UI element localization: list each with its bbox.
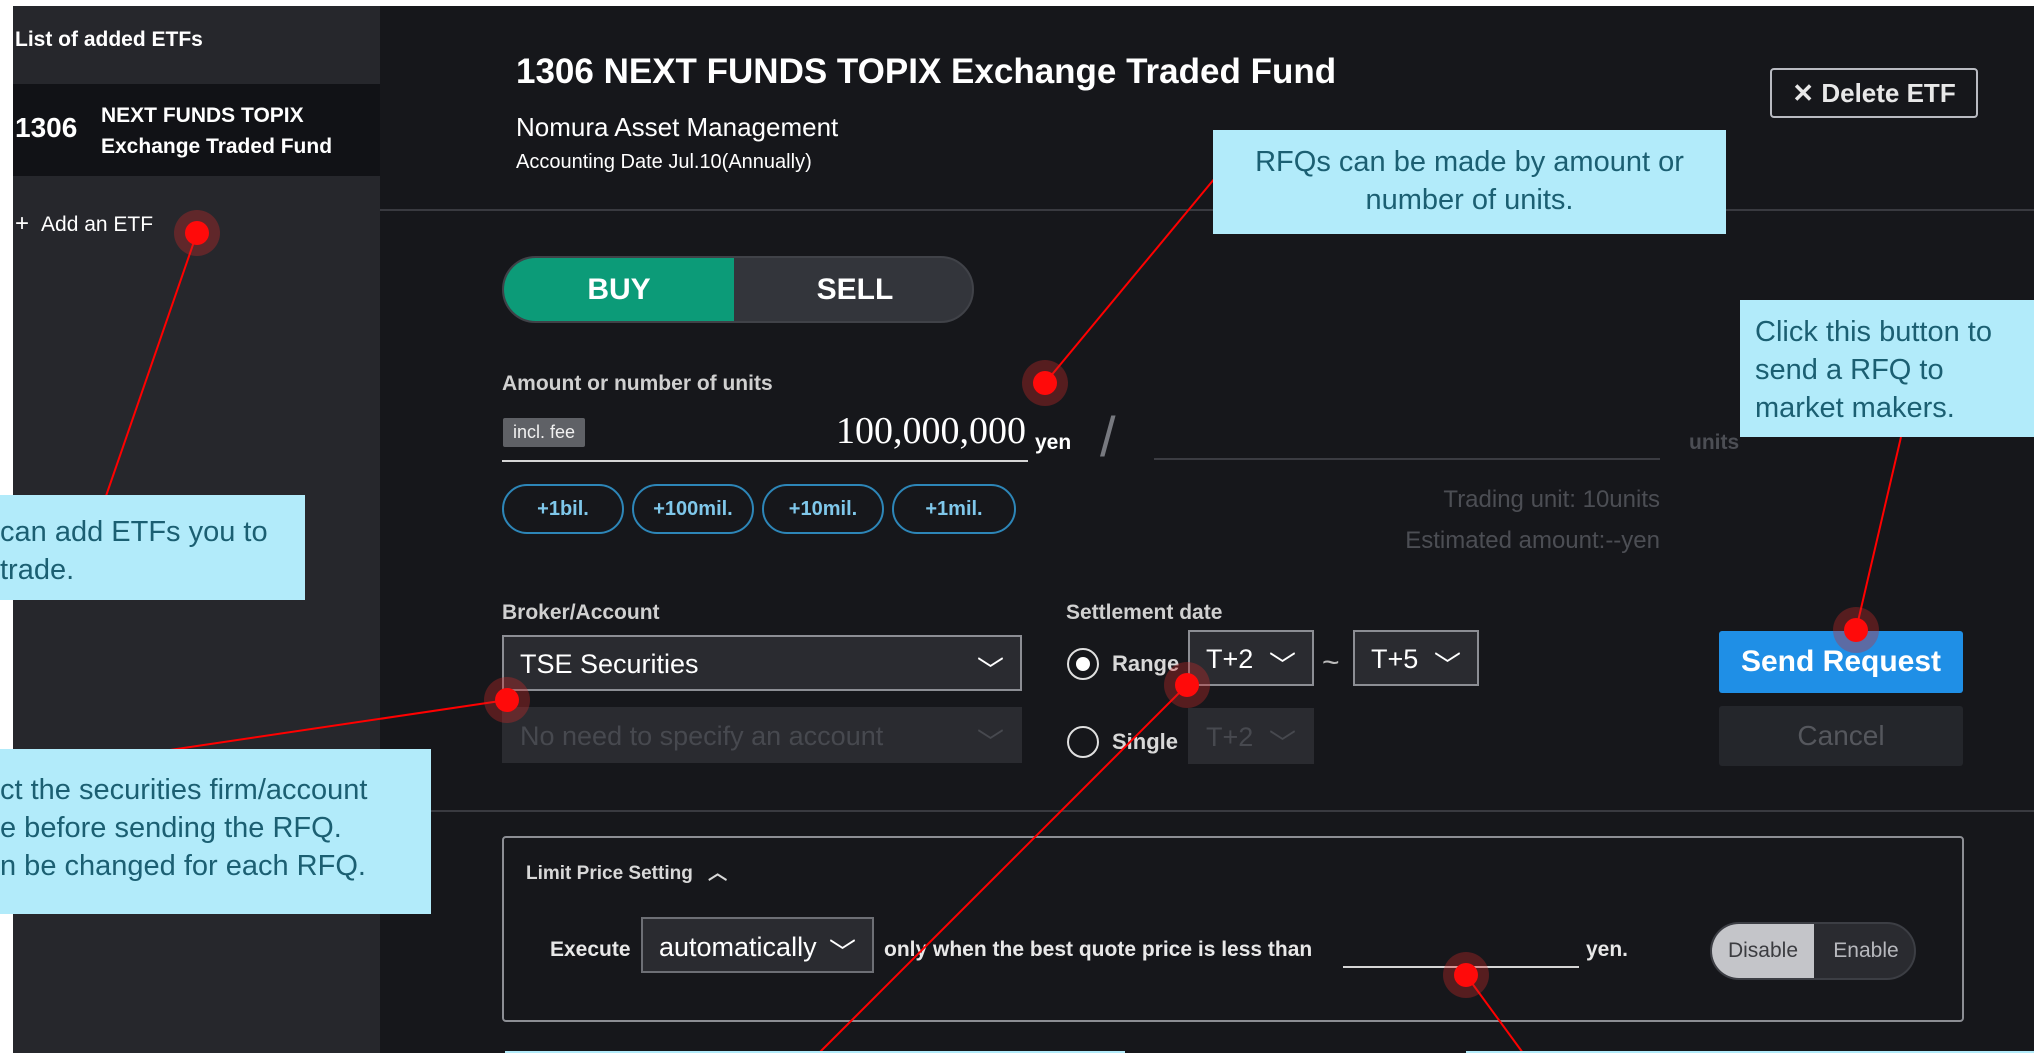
callout-add-etf: can add ETFs you to trade.: [0, 495, 305, 600]
callout-broker-line3: n be changed for each RFQ.: [0, 850, 366, 882]
callout-rfq-amount: RFQs can be made by amount or number of …: [1213, 130, 1726, 234]
callout-send-request: Click this button to send a RFQ to marke…: [1740, 300, 2034, 437]
marker-settlement: [1164, 662, 1210, 708]
marker-add-etf: [174, 210, 220, 256]
callout-broker-line2: e before sending the RFQ.: [0, 812, 342, 844]
marker-limit-price: [1443, 952, 1489, 998]
callout-broker: ct the securities firm/account e before …: [0, 749, 431, 914]
callout-broker-line1: ct the securities firm/account: [0, 774, 368, 806]
marker-broker: [484, 677, 530, 723]
marker-amount: [1022, 360, 1068, 406]
marker-send-request: [1833, 607, 1879, 653]
